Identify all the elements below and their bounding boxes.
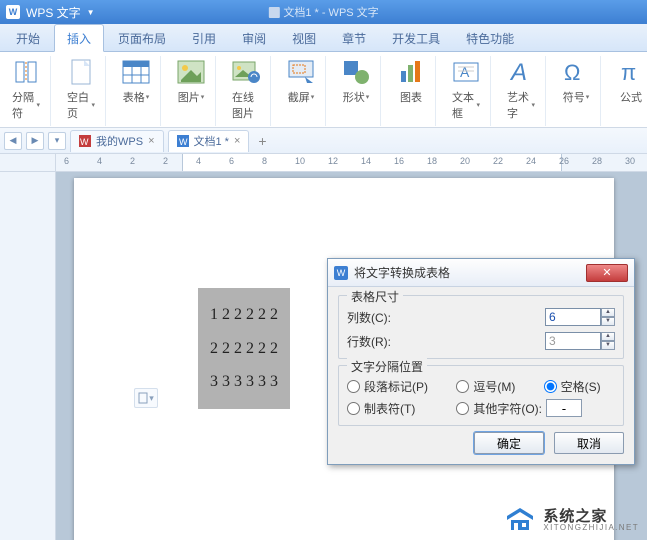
watermark: 系统之家 XITONGZHIJIA.NET [503, 506, 639, 534]
blank-page-button[interactable]: 空白页▾ [63, 56, 99, 123]
app-menu-dropdown[interactable]: ▼ [87, 8, 95, 17]
rows-down: ▼ [601, 341, 615, 350]
columns-down[interactable]: ▼ [601, 317, 615, 326]
columns-input[interactable] [545, 308, 601, 326]
symbol-button[interactable]: Ω 符号▾ [558, 56, 594, 107]
save-icon [268, 7, 279, 18]
title-bar: W WPS 文字 ▼ 文档1 * - WPS 文字 [0, 0, 647, 24]
watermark-logo-icon [503, 506, 537, 534]
ribbon-tab-3[interactable]: 引用 [180, 25, 228, 51]
horizontal-ruler: 64224681012141618202224262830 [0, 154, 647, 172]
ribbon-tab-5[interactable]: 视图 [280, 25, 328, 51]
ribbon-tab-7[interactable]: 开发工具 [380, 25, 452, 51]
ribbon: 分隔符▾ 空白页▾ 表格▾ 图片▾ 在线图片 截屏▾ [0, 52, 647, 128]
textbox-button[interactable]: A 文本框▾ [448, 56, 484, 123]
ribbon-tab-0[interactable]: 开始 [4, 25, 52, 51]
wps-icon: W [79, 135, 91, 147]
ribbon-tab-8[interactable]: 特色功能 [454, 25, 526, 51]
svg-text:W: W [179, 137, 188, 147]
ok-button[interactable]: 确定 [474, 432, 544, 454]
wordart-button[interactable]: A 艺术字▾ [503, 56, 539, 123]
doc-icon: W [177, 135, 189, 147]
tab-nav-prev[interactable]: ◀ [4, 132, 22, 150]
chart-button[interactable]: 图表 [393, 56, 429, 107]
equation-button[interactable]: π 公式 [613, 56, 647, 107]
svg-text:W: W [80, 137, 89, 147]
svg-text:A: A [460, 64, 470, 80]
svg-text:π: π [621, 60, 636, 85]
text-row: 1 2 2 2 2 2 [210, 298, 278, 332]
cancel-button[interactable]: 取消 [554, 432, 624, 454]
dialog-title: 将文字转换成表格 [354, 264, 580, 281]
tab-nav-menu[interactable]: ▾ [48, 132, 66, 150]
tab-nav-next[interactable]: ▶ [26, 132, 44, 150]
radio-other[interactable]: 其他字符(O): [456, 399, 615, 417]
ribbon-tabs: 开始插入页面布局引用审阅视图章节开发工具特色功能 [0, 24, 647, 52]
svg-text:Ω: Ω [564, 60, 580, 85]
document-tabs: ◀ ▶ ▾ W 我的WPS × W 文档1 * × + [0, 128, 647, 154]
table-size-group: 表格尺寸 列数(C): ▲▼ 行数(R): ▲▼ [338, 295, 624, 359]
radio-paragraph[interactable]: 段落标记(P) [347, 378, 442, 395]
picture-button[interactable]: 图片▾ [173, 56, 209, 107]
columns-up[interactable]: ▲ [601, 308, 615, 317]
page-break-button[interactable]: 分隔符▾ [8, 56, 44, 123]
ribbon-tab-6[interactable]: 章节 [330, 25, 378, 51]
shapes-button[interactable]: 形状▾ [338, 56, 374, 107]
svg-text:A: A [509, 59, 527, 86]
text-row: 2 2 2 2 2 2 [210, 332, 278, 366]
vertical-ruler [0, 172, 56, 540]
rows-label: 行数(R): [347, 333, 423, 350]
clipboard-icon [138, 392, 148, 404]
ribbon-tab-4[interactable]: 审阅 [230, 25, 278, 51]
text-row: 3 3 3 3 3 3 [210, 365, 278, 399]
dialog-titlebar[interactable]: W 将文字转换成表格 ✕ [328, 259, 634, 287]
dialog-icon: W [334, 266, 348, 280]
tab-doc1[interactable]: W 文档1 * × [168, 130, 250, 152]
rows-up: ▲ [601, 332, 615, 341]
convert-text-to-table-dialog: W 将文字转换成表格 ✕ 表格尺寸 列数(C): ▲▼ 行数(R): ▲▼ [327, 258, 635, 465]
ribbon-tab-2[interactable]: 页面布局 [106, 25, 178, 51]
rows-input [545, 332, 601, 350]
radio-comma[interactable]: 逗号(M) [456, 378, 529, 395]
online-picture-button[interactable]: 在线图片 [228, 56, 264, 123]
screenshot-button[interactable]: 截屏▾ [283, 56, 319, 107]
tab-my-wps[interactable]: W 我的WPS × [70, 130, 164, 152]
table-button[interactable]: 表格▾ [118, 56, 154, 107]
app-icon: W [6, 5, 20, 19]
close-button[interactable]: ✕ [586, 264, 628, 282]
selected-text[interactable]: 1 2 2 2 2 22 2 2 2 2 23 3 3 3 3 3 [198, 288, 290, 409]
window-title: 文档1 * - WPS 文字 [268, 4, 378, 20]
paste-options-button[interactable]: ▾ [134, 388, 158, 408]
columns-label: 列数(C): [347, 309, 423, 326]
close-icon[interactable]: × [148, 135, 154, 147]
close-icon[interactable]: × [234, 135, 240, 147]
other-char-input[interactable] [546, 399, 582, 417]
radio-space[interactable]: 空格(S) [544, 378, 615, 395]
ribbon-tab-1[interactable]: 插入 [54, 24, 104, 52]
radio-tab[interactable]: 制表符(T) [347, 399, 442, 417]
new-tab-button[interactable]: + [253, 132, 271, 150]
separator-group: 文字分隔位置 段落标记(P) 逗号(M) 空格(S) 制表符(T) 其他字符(O… [338, 365, 624, 426]
app-name: WPS 文字 [26, 4, 81, 21]
